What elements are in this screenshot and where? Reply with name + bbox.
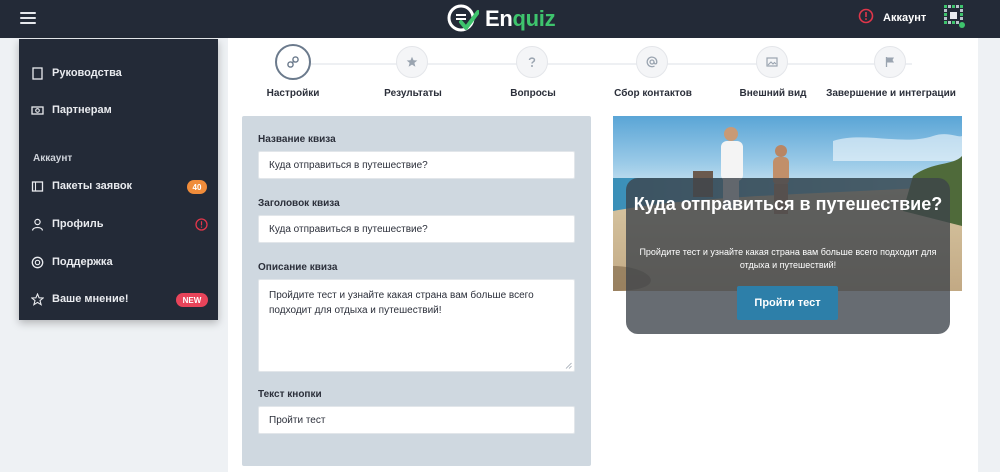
sidebar-item-feedback[interactable]: Ваше мнение! NEW <box>19 285 218 315</box>
step-settings[interactable]: Настройки <box>228 44 358 106</box>
sidebar-item-label: Партнерам <box>52 104 112 116</box>
sidebar-item-label: Профиль <box>52 218 104 230</box>
step-label: Завершение и интеграции <box>826 88 956 99</box>
step-results[interactable]: Результаты <box>348 46 478 106</box>
quiz-name-input[interactable]: Куда отправиться в путешествие? <box>258 151 575 179</box>
link-icon <box>275 44 311 80</box>
image-icon <box>756 46 788 78</box>
step-questions[interactable]: Вопросы <box>468 46 598 106</box>
quiz-preview: Куда отправиться в путешествие? Пройдите… <box>613 116 962 346</box>
package-icon <box>31 181 44 192</box>
sidebar-item-label: Ваше мнение! <box>52 293 129 305</box>
flag-icon <box>874 46 906 78</box>
quiz-description-label: Описание квиза <box>258 262 338 273</box>
sidebar-item-packages[interactable]: Пакеты заявок 40 <box>19 172 218 202</box>
button-text-label: Текст кнопки <box>258 389 322 400</box>
sidebar-item-label: Поддержка <box>52 256 113 268</box>
preview-title: Куда отправиться в путешествие? <box>633 194 943 214</box>
quiz-heading-label: Заголовок квиза <box>258 198 340 209</box>
at-icon <box>636 46 668 78</box>
question-icon <box>516 46 548 78</box>
account-label[interactable]: Аккаунт <box>883 12 926 24</box>
logo-text: Enquiz <box>485 6 556 31</box>
sidebar-section-title: Аккаунт <box>33 153 73 164</box>
quiz-description-text: Пройдите тест и узнайте какая страна вам… <box>269 290 534 316</box>
alert-icon[interactable] <box>858 8 874 24</box>
star-icon <box>31 293 44 306</box>
quiz-description-textarea[interactable]: Пройдите тест и узнайте какая страна вам… <box>258 279 575 372</box>
money-icon <box>31 106 44 115</box>
step-contacts[interactable]: Сбор контактов <box>588 46 718 106</box>
app-logo[interactable]: Enquiz <box>447 3 556 35</box>
main-content: Настройки Результаты Вопросы Сбор контак… <box>228 38 978 472</box>
step-label: Внешний вид <box>739 88 807 99</box>
sidebar-item-label: Пакеты заявок <box>52 180 133 192</box>
menu-icon[interactable] <box>20 11 36 25</box>
lifebuoy-icon <box>31 256 44 269</box>
step-finish[interactable]: Завершение и интеграции <box>826 46 956 106</box>
sidebar-item-profile[interactable]: Профиль <box>19 210 218 240</box>
quiz-name-label: Название квиза <box>258 134 336 145</box>
count-badge: 40 <box>187 180 207 194</box>
sidebar-item-partners[interactable]: Партнерам <box>19 96 218 126</box>
wizard-stepper: Настройки Результаты Вопросы Сбор контак… <box>228 38 978 108</box>
star-icon <box>396 46 428 78</box>
user-icon <box>31 218 44 231</box>
step-label: Результаты <box>384 88 442 99</box>
sidebar-menu: Руководства Партнерам Аккаунт Пакеты зая… <box>19 39 218 320</box>
new-badge: NEW <box>176 293 208 307</box>
preview-overlay: Куда отправиться в путешествие? Пройдите… <box>626 178 950 334</box>
quiz-heading-input[interactable]: Куда отправиться в путешествие? <box>258 215 575 243</box>
top-bar: Enquiz Аккаунт <box>0 0 1000 38</box>
logo-mark-icon <box>447 4 479 32</box>
start-quiz-button[interactable]: Пройти тест <box>737 286 838 320</box>
step-appearance[interactable]: Внешний вид <box>708 46 838 106</box>
step-label: Настройки <box>266 88 320 99</box>
avatar-icon[interactable] <box>942 3 966 29</box>
sidebar-item-support[interactable]: Поддержка <box>19 248 218 278</box>
resize-grip-icon[interactable] <box>565 362 572 369</box>
sidebar-item-label: Руководства <box>52 67 122 79</box>
button-text-input[interactable]: Пройти тест <box>258 406 575 434</box>
preview-description: Пройдите тест и узнайте какая страна вам… <box>639 247 937 270</box>
settings-form: Название квиза Куда отправиться в путеше… <box>242 116 591 466</box>
step-label: Сбор контактов <box>614 88 692 99</box>
alert-icon <box>195 218 208 231</box>
document-icon <box>32 67 43 80</box>
sidebar-item-guides[interactable]: Руководства <box>19 59 218 89</box>
step-label: Вопросы <box>510 88 556 99</box>
